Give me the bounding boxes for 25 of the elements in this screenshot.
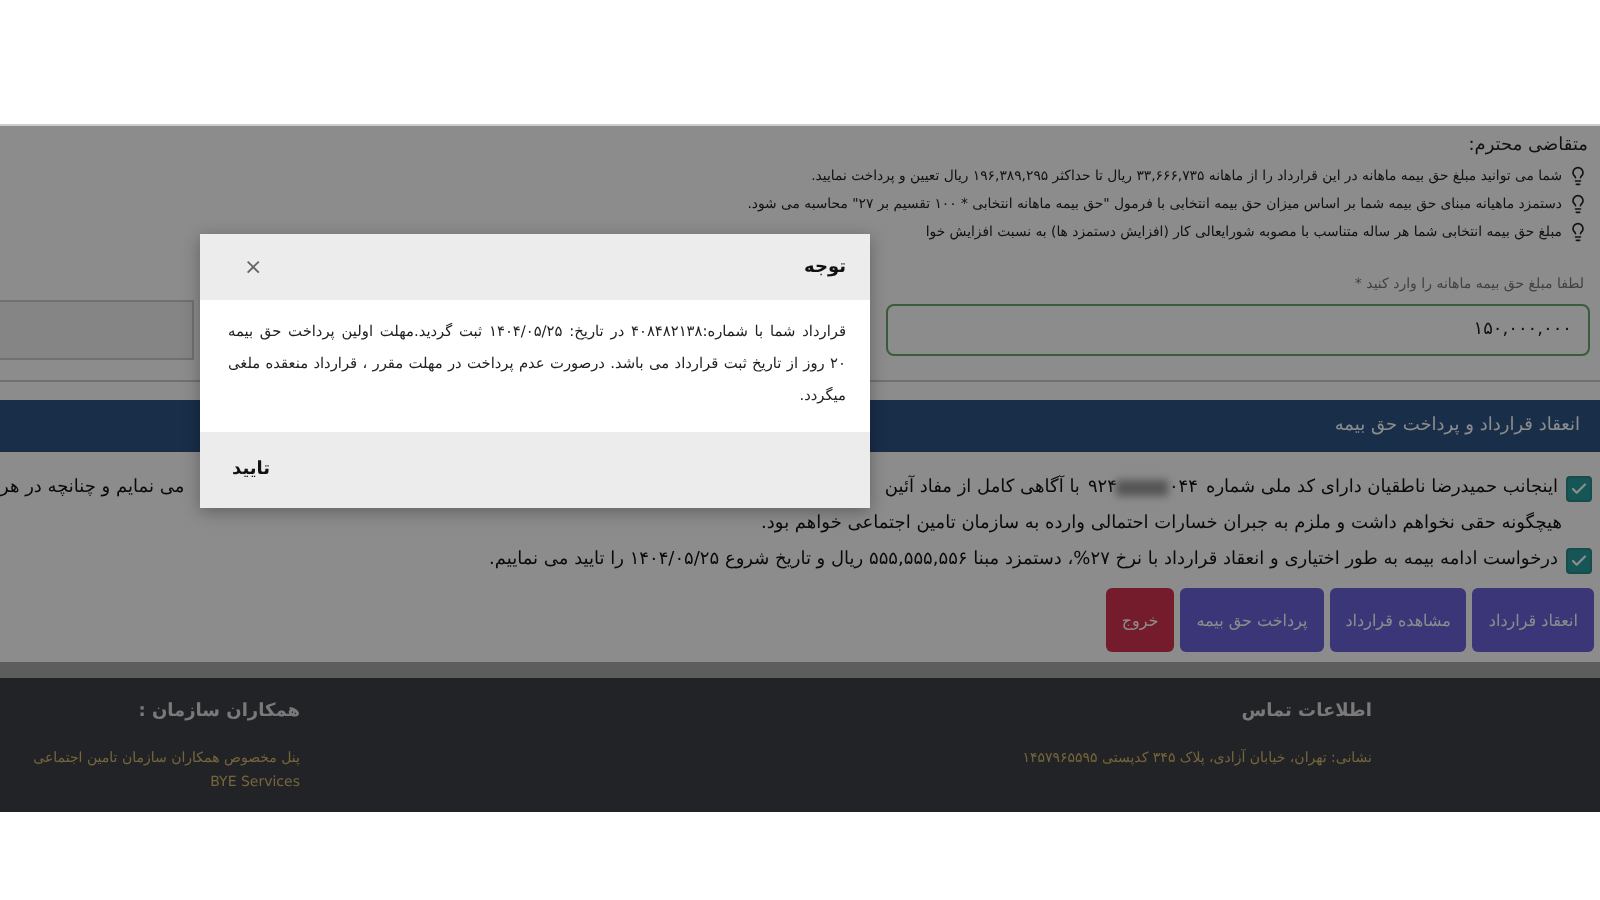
action-button[interactable]: پرداخت حق بیمه [1180, 588, 1324, 652]
action-button[interactable]: خروج [1105, 588, 1175, 652]
lightbulb-icon [1568, 222, 1588, 242]
agreement-text: با آگاهی کامل از مفاد آئین [884, 473, 1080, 502]
checkbox[interactable] [1566, 475, 1592, 501]
checkbox[interactable] [1566, 547, 1592, 573]
confirm-button[interactable]: تایید [232, 460, 271, 480]
lightbulb-icon [1568, 166, 1588, 186]
dialog-title: توجه [804, 257, 846, 277]
input-field[interactable] [0, 300, 194, 360]
footer-heading: اطلاعات تماس [1239, 702, 1372, 722]
action-button[interactable]: انعقاد قرارداد [1472, 588, 1594, 652]
agreement-text: اینجانب حمیدرضا ناطقیان دارای کد ملی شماره [1205, 476, 1558, 502]
footer-heading: همکاران سازمان : [136, 702, 300, 722]
national-id: ۰۴۴ ۹۲۴ [1087, 478, 1198, 498]
check-icon [1570, 479, 1588, 497]
action-button[interactable]: مشاهده قرارداد [1329, 588, 1467, 652]
agreement-text: می نمایم و چنانچه در هر [0, 476, 185, 502]
notice-heading: متقاضی محترم: [1466, 134, 1588, 160]
agreement-text: درخواست ادامه بیمه به طور اختیاری و انعقاد قرارداد با نرخ ۲۷%، دستمزد مبنا ۵۵۵,۵۵۵,۵۵۶ ریال و تاریخ شروع ۱۴۰۴/۰۵/۲۵ را تایید می نماییم. [489, 548, 1558, 574]
lightbulb-icon [1568, 194, 1588, 214]
close-button[interactable]: × [244, 254, 263, 280]
amount-field[interactable]: ۱۵۰,۰۰۰,۰۰۰ [886, 304, 1590, 356]
check-icon [1570, 551, 1588, 569]
agreement-text: هیچگونه حقی نخواهم داشت و ملزم به جبران خسارات احتمالی وارده به سازمان تامین اجتماعی خواهم بود. [761, 510, 1562, 538]
